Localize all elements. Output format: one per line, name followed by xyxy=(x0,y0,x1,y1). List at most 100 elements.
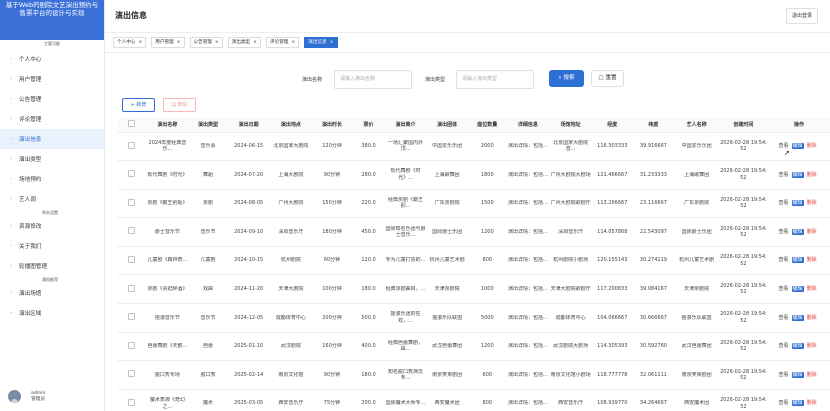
sidebar-item[interactable]: · 个人中心 xyxy=(0,49,104,69)
row-checkbox[interactable] xyxy=(127,341,135,349)
avatar[interactable] xyxy=(8,390,21,403)
edit-button[interactable]: 编辑 xyxy=(791,228,804,235)
cell-text: 380.0 xyxy=(361,143,376,150)
view-button[interactable]: 查看 xyxy=(779,315,789,321)
delete-button[interactable]: 删除 xyxy=(807,200,817,206)
close-icon[interactable]: × xyxy=(253,40,257,45)
cell-text: 500.0 xyxy=(361,314,376,321)
sidebar-item[interactable]: · 演出区域 xyxy=(0,303,104,323)
row-checkbox[interactable] xyxy=(127,141,135,149)
delete-button[interactable]: 删除 xyxy=(807,315,817,321)
sidebar-item[interactable]: · 演出信息 xyxy=(0,129,104,149)
row-checkbox[interactable] xyxy=(127,255,135,263)
edit-button[interactable]: 编辑 xyxy=(791,257,804,264)
table-cell: 演出详情：包括... xyxy=(506,303,550,333)
row-checkbox-cell xyxy=(117,132,146,162)
sidebar-item[interactable]: · 关于我们 xyxy=(0,236,104,256)
delete-button[interactable]: 删除 xyxy=(807,400,817,406)
tab[interactable]: 评论管理 × xyxy=(266,37,300,48)
table-cell: 经典芭蕾舞剧，由... xyxy=(384,332,427,362)
edit-button[interactable]: 编辑 xyxy=(791,314,804,321)
delete-button[interactable]: 删除 xyxy=(807,286,817,292)
cell-text: 音乐节 xyxy=(200,314,216,321)
cell-text: 220.0 xyxy=(361,200,376,207)
sidebar-item[interactable]: · 轮播图管理 xyxy=(0,256,104,276)
user-box[interactable]: admin 管理员 xyxy=(8,390,45,403)
sidebar-item[interactable]: · 用户管理 xyxy=(0,69,104,89)
edit-button[interactable]: 编辑 xyxy=(791,171,804,178)
cell-text: 800 xyxy=(482,400,493,407)
close-icon[interactable]: × xyxy=(330,40,334,45)
table-cell: 国际知名乐团与爵士音乐... xyxy=(384,217,427,247)
edit-button[interactable]: 编辑 xyxy=(791,200,804,207)
row-checkbox[interactable] xyxy=(127,170,135,178)
tab[interactable]: 公告管理 × xyxy=(189,37,223,48)
type-search-input[interactable]: 请输入演出类型 xyxy=(456,70,534,89)
tab[interactable]: 用户管理 × xyxy=(151,37,185,48)
view-button[interactable]: 查看 xyxy=(779,343,789,349)
edit-button[interactable]: 编辑 xyxy=(791,286,804,293)
cell-text: 天津京剧院 xyxy=(434,286,460,293)
name-search-input[interactable]: 请输入演出名称 xyxy=(334,70,412,89)
table-cell: 1200 xyxy=(467,217,507,247)
tab[interactable]: 个人中心 × xyxy=(113,37,147,48)
cell-text: 2024-08-05 xyxy=(234,200,264,207)
view-button[interactable]: 查看 xyxy=(779,400,789,406)
row-actions: 查看 编辑 删除 xyxy=(768,217,830,247)
table-cell: 180分钟 xyxy=(311,217,353,247)
cell-text: 广东京剧院 xyxy=(684,200,710,207)
row-checkbox[interactable] xyxy=(127,227,135,235)
add-button[interactable]: + 新增 xyxy=(122,98,155,112)
close-icon[interactable]: × xyxy=(138,40,142,45)
sidebar-item[interactable]: · 资源修改 xyxy=(0,216,104,236)
edit-button[interactable]: 编辑 xyxy=(791,400,804,407)
view-button[interactable]: 查看 xyxy=(779,172,789,178)
cell-text: 演出详情：包括... xyxy=(508,200,548,207)
sidebar-item[interactable]: · 公告管理 xyxy=(0,89,104,109)
view-button[interactable]: 查看 xyxy=(779,372,789,378)
tab[interactable]: 演出类型 × xyxy=(227,37,261,48)
table-cell: 摇滚乐队联盟 xyxy=(674,303,719,333)
view-button[interactable]: 查看 xyxy=(779,229,789,235)
sidebar-item[interactable]: · 场地预约 xyxy=(0,169,104,189)
sidebar-item[interactable]: · 评论管理 xyxy=(0,109,104,129)
cell-text: 200.0 xyxy=(361,400,376,407)
row-checkbox[interactable] xyxy=(127,284,135,292)
delete-button[interactable]: 删除 xyxy=(807,143,817,149)
table-cell: 180.0 xyxy=(352,274,385,305)
sidebar-item-label: 个人中心 xyxy=(19,57,42,63)
close-icon[interactable]: × xyxy=(291,40,295,45)
sidebar-item[interactable]: · 演出场馆 xyxy=(0,283,104,303)
delete-button[interactable]: 删除 xyxy=(807,229,817,235)
table-cell: 南京笑果剧团 xyxy=(674,360,719,390)
delete-button[interactable]: 删除 xyxy=(807,257,817,263)
table-cell: 2026-02-28 19:54:52 xyxy=(718,217,769,247)
row-checkbox[interactable] xyxy=(127,370,135,378)
logout-button[interactable]: 退出登录 xyxy=(785,8,818,24)
view-button[interactable]: 查看 xyxy=(779,257,789,263)
edit-button[interactable]: 编辑 xyxy=(791,143,804,150)
table-cell: 113.266667 xyxy=(592,189,633,219)
table-cell: 摇滚乐迷的狂欢，... xyxy=(384,303,427,333)
view-button[interactable]: 查看 xyxy=(779,200,789,206)
delete-button[interactable]: 删除 xyxy=(807,372,817,378)
close-icon[interactable]: × xyxy=(177,40,181,45)
delete-button[interactable]: 删除 xyxy=(807,343,817,349)
edit-button[interactable]: 编辑 xyxy=(791,371,804,378)
view-button[interactable]: 查看 xyxy=(779,286,789,292)
batch-delete-button[interactable]: ▤ 删除 xyxy=(163,98,196,112)
sidebar-item[interactable]: · 演出类型 xyxy=(0,149,104,169)
edit-button[interactable]: 编辑 xyxy=(791,343,804,350)
row-checkbox[interactable] xyxy=(127,198,135,206)
close-icon[interactable]: × xyxy=(215,40,219,45)
row-checkbox[interactable] xyxy=(127,313,135,321)
cell-text: 180分钟 xyxy=(322,228,342,235)
table-cell: 一场汇聚国内外顶... xyxy=(384,132,427,162)
row-checkbox[interactable] xyxy=(127,398,135,406)
tab[interactable]: 演出信息 × xyxy=(304,37,338,48)
search-button[interactable]: ⌕ 搜索 xyxy=(549,70,584,87)
select-all-checkbox[interactable] xyxy=(127,120,135,128)
delete-button[interactable]: 删除 xyxy=(807,172,817,178)
sidebar-item[interactable]: · 艺人调 xyxy=(0,189,104,209)
reset-button[interactable]: ▢ 重置 xyxy=(591,70,624,87)
